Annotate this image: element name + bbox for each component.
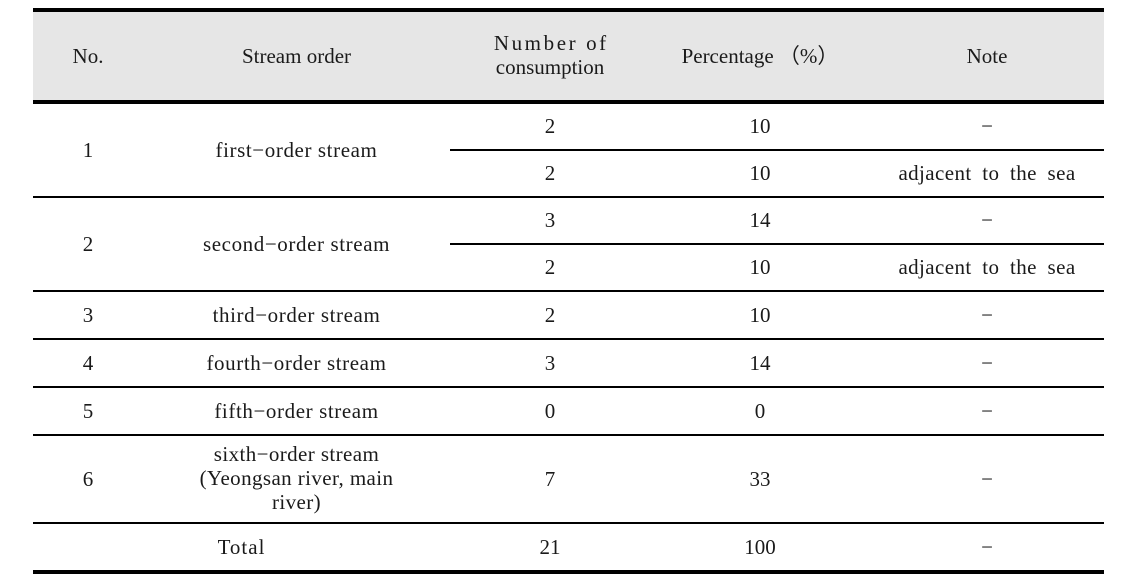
cell-no: 5 xyxy=(33,387,143,436)
note-value: − xyxy=(981,302,993,327)
stream-order-consumption-table: No. Stream order Number of consumption P… xyxy=(33,8,1104,574)
cell-percentage: 10 xyxy=(650,244,870,292)
cell-stream-order: fifth−order stream xyxy=(143,387,450,436)
table-row: 6 sixth−order stream (Yeongsan river, ma… xyxy=(33,435,1104,524)
cell-percentage: 14 xyxy=(650,339,870,388)
header-row: No. Stream order Number of consumption P… xyxy=(33,8,1104,104)
cell-no: 1 xyxy=(33,102,143,198)
cell-note: − xyxy=(870,291,1104,340)
cell-number: 3 xyxy=(450,197,650,245)
column-header-no: No. xyxy=(33,8,143,104)
cell-no: 6 xyxy=(33,435,143,524)
note-value: − xyxy=(981,208,993,233)
stream-order-label: fifth−order stream xyxy=(214,398,379,423)
table-row: 4 fourth−order stream 3 14 − xyxy=(33,339,1104,388)
cell-number: 0 xyxy=(450,387,650,436)
cell-stream-order: first−order stream xyxy=(143,102,450,198)
note-value: − xyxy=(981,114,993,139)
cell-total-note: − xyxy=(870,523,1104,574)
cell-total-label: Total xyxy=(33,523,450,574)
column-header-number-of-consumption: Number of consumption xyxy=(450,8,650,104)
cell-percentage: 10 xyxy=(650,102,870,151)
cell-note: adjacent to the sea xyxy=(870,150,1104,198)
cell-stream-order: sixth−order stream (Yeongsan river, main… xyxy=(143,435,450,524)
table-row: 2 second−order stream 3 14 − xyxy=(33,197,1104,292)
table-body: 1 first−order stream 2 10 − 2 10 adjacen… xyxy=(33,102,1104,574)
cell-number: 3 xyxy=(450,339,650,388)
cell-number: 2 xyxy=(450,102,650,151)
cell-stream-order: fourth−order stream xyxy=(143,339,450,388)
stream-order-label: first−order stream xyxy=(215,137,378,162)
table-header: No. Stream order Number of consumption P… xyxy=(33,8,1104,104)
cell-note: − xyxy=(870,197,1104,245)
cell-note: − xyxy=(870,387,1104,436)
note-value: adjacent to the sea xyxy=(898,255,1076,280)
stream-order-line2: (Yeongsan river, main xyxy=(199,466,394,491)
table-row: 1 first−order stream 2 10 − xyxy=(33,102,1104,198)
cell-percentage: 10 xyxy=(650,291,870,340)
cell-note: − xyxy=(870,102,1104,151)
table-row-total: Total 21 100 − xyxy=(33,523,1104,574)
cell-no: 4 xyxy=(33,339,143,388)
cell-no: 2 xyxy=(33,197,143,292)
cell-note: adjacent to the sea xyxy=(870,244,1104,292)
cell-number: 2 xyxy=(450,244,650,292)
cell-stream-order: second−order stream xyxy=(143,197,450,292)
table-row: 3 third−order stream 2 10 − xyxy=(33,291,1104,340)
note-value: − xyxy=(981,350,993,375)
table-page: No. Stream order Number of consumption P… xyxy=(0,0,1133,582)
note-value: − xyxy=(981,398,993,423)
cell-number: 2 xyxy=(450,291,650,340)
cell-number: 2 xyxy=(450,150,650,198)
cell-note: − xyxy=(870,435,1104,524)
stream-order-label: fourth−order stream xyxy=(206,350,387,375)
stream-order-label: second−order stream xyxy=(202,231,391,256)
cell-total-number: 21 xyxy=(450,523,650,574)
cell-note: − xyxy=(870,339,1104,388)
stream-order-label: third−order stream xyxy=(212,302,381,327)
note-value: adjacent to the sea xyxy=(898,161,1076,186)
cell-stream-order: third−order stream xyxy=(143,291,450,340)
cell-total-percentage: 100 xyxy=(650,523,870,574)
cell-percentage: 33 xyxy=(650,435,870,524)
column-header-number-line1: Number of xyxy=(493,31,609,56)
total-label: Total xyxy=(217,534,266,559)
column-header-number-line2: consumption xyxy=(495,55,605,79)
cell-percentage: 14 xyxy=(650,197,870,245)
cell-percentage: 10 xyxy=(650,150,870,198)
column-header-note: Note xyxy=(870,8,1104,104)
table-row: 5 fifth−order stream 0 0 − xyxy=(33,387,1104,436)
stream-order-line3: river) xyxy=(271,489,322,514)
total-note-value: − xyxy=(981,534,993,559)
cell-number: 7 xyxy=(450,435,650,524)
stream-order-line1: sixth−order stream xyxy=(213,442,380,467)
cell-percentage: 0 xyxy=(650,387,870,436)
column-header-percentage: Percentage （%） xyxy=(650,8,870,104)
column-header-stream-order: Stream order xyxy=(143,8,450,104)
note-value: − xyxy=(981,466,993,491)
cell-no: 3 xyxy=(33,291,143,340)
